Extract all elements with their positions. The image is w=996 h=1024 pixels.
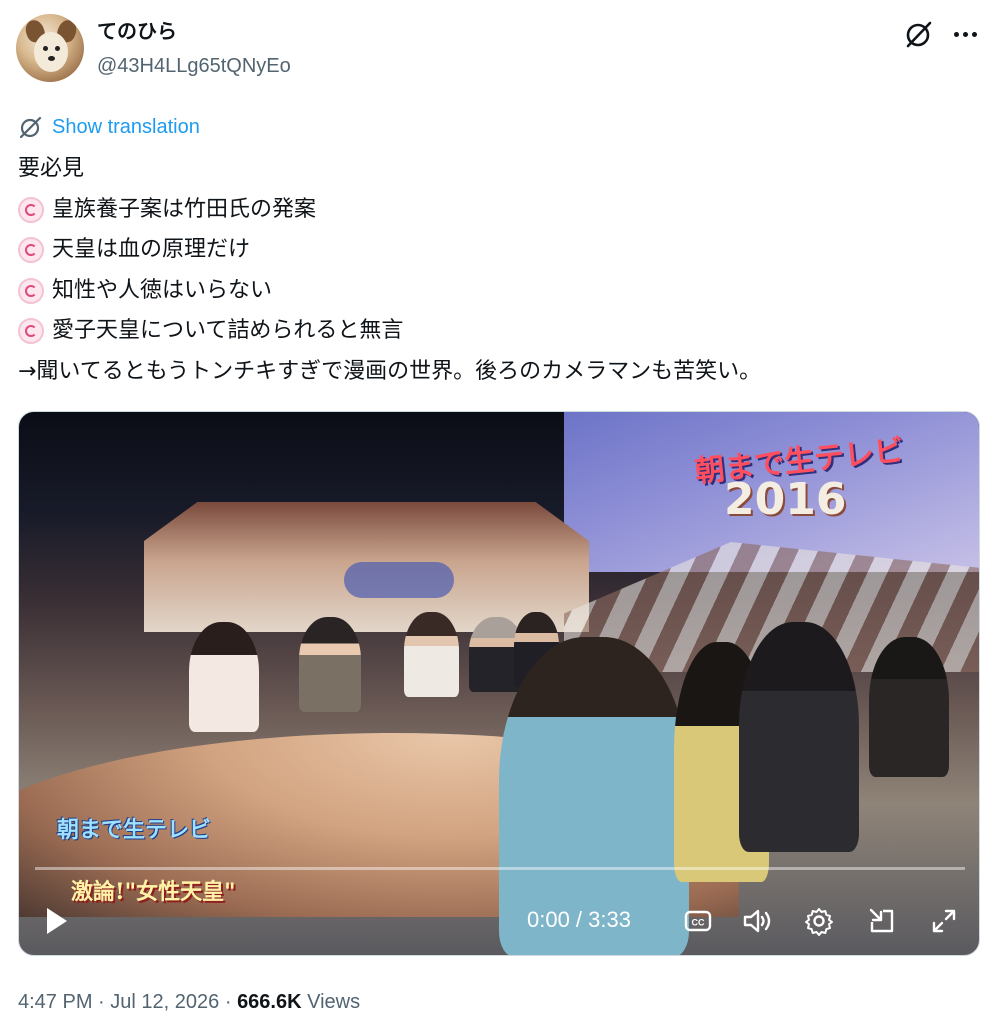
fullscreen-icon[interactable]: [929, 906, 959, 936]
tweet-line: 愛子天皇について詰められると無言: [18, 311, 761, 352]
audience-member: [739, 622, 859, 852]
author-name[interactable]: てのひら: [97, 18, 177, 44]
swirl-emoji-icon: [18, 196, 44, 223]
video-caption-title: 激論!"女性天皇": [71, 879, 236, 905]
settings-icon[interactable]: [804, 906, 834, 936]
author-handle[interactable]: @43H4LLg65tQNyEo: [97, 53, 291, 79]
panelist: [299, 617, 361, 712]
tweet-line-text: 皇族養子案は竹田氏の発案: [52, 196, 317, 222]
meta-separator: ·: [224, 991, 232, 1013]
views-label: Views: [307, 991, 361, 1013]
play-icon[interactable]: [45, 906, 69, 936]
video-time: 0:00 / 3:33: [527, 907, 631, 932]
tweet-line: →聞いてるともうトンチキすぎで漫画の世界。後ろのカメラマンも苦笑い。: [18, 352, 761, 393]
tweet-date[interactable]: Jul 12, 2026: [110, 991, 219, 1013]
more-horizontal-icon[interactable]: [950, 22, 980, 46]
tweet-line-text: 愛子天皇について詰められると無言: [52, 318, 404, 343]
meta-separator: ·: [98, 991, 105, 1013]
views-count: 666.6K: [237, 991, 302, 1013]
camera-operator: [869, 637, 949, 777]
swirl-emoji-icon: [18, 237, 44, 264]
video-progress-bar[interactable]: [35, 867, 965, 870]
studio-screen-year: 2016: [724, 474, 847, 525]
show-translation-label: Show translation: [52, 115, 200, 138]
stage-logo: [344, 562, 454, 598]
show-translation-link[interactable]: Show translation: [18, 114, 200, 140]
tweet-line: 皇族養子案は竹田氏の発案: [18, 190, 761, 231]
tweet-time[interactable]: 4:47 PM: [18, 991, 92, 1013]
video-player[interactable]: 朝まで生テレビ 2016 朝まで生テレビ 激論!"女性天皇" 0:00 / 3:…: [18, 411, 980, 956]
swirl-emoji-icon: [18, 318, 44, 345]
pip-icon[interactable]: [867, 906, 897, 936]
tweet-line-text: 天皇は血の原理だけ: [52, 237, 251, 262]
panelist: [189, 622, 259, 732]
tweet-line: 知性や人徳はいらない: [18, 271, 761, 312]
tweet-text: 要必見 皇族養子案は竹田氏の発案 天皇は血の原理だけ 知性や人徳はいらない 愛子…: [18, 149, 761, 392]
translate-icon: [19, 116, 42, 139]
volume-icon[interactable]: [742, 906, 772, 936]
tweet-meta: 4:47 PM · Jul 12, 2026 · 666.6K Views: [18, 988, 360, 1016]
tweet-line: 天皇は血の原理だけ: [18, 230, 761, 271]
svg-text:CC: CC: [692, 918, 705, 928]
tweet-line-text: 知性や人徳はいらない: [52, 277, 273, 303]
panelist: [404, 612, 459, 697]
grok-icon[interactable]: [903, 18, 935, 50]
video-caption-logo: 朝まで生テレビ: [57, 818, 212, 843]
swirl-emoji-icon: [18, 277, 44, 304]
captions-icon[interactable]: CC: [683, 906, 713, 936]
tweet-line-text: →聞いてるともうトンチキすぎで漫画の世界。後ろのカメラマンも苦笑い。: [18, 358, 762, 384]
tweet-line: 要必見: [18, 149, 761, 190]
tweet-line-text: 要必見: [18, 156, 85, 181]
avatar[interactable]: [16, 14, 84, 82]
